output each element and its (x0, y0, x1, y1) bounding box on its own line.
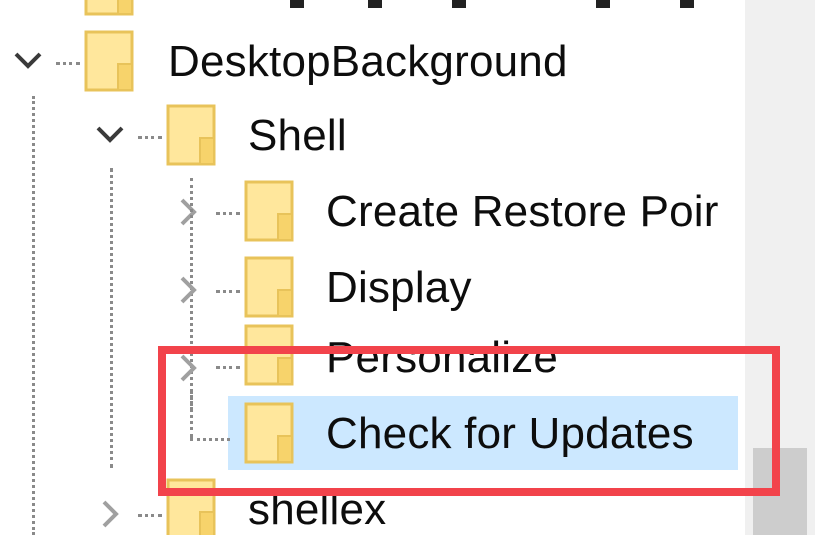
tree-connector (56, 62, 80, 65)
chevron-right-icon[interactable] (166, 190, 210, 234)
chevron-down-icon[interactable] (88, 112, 132, 156)
folder-icon (84, 30, 134, 92)
folder-icon (84, 0, 134, 16)
chevron-right-icon[interactable] (166, 268, 210, 312)
tree-connector (216, 290, 240, 293)
chevron-right-icon[interactable] (166, 346, 210, 390)
scrollbar-thumb[interactable] (753, 448, 807, 535)
tree-connector (190, 438, 230, 441)
tree-connector (190, 390, 193, 438)
tree-connector (138, 136, 162, 139)
tree-item-shell[interactable]: Shell (248, 108, 347, 164)
tree-item-display[interactable]: Display (326, 260, 472, 316)
folder-icon (244, 324, 294, 386)
tree-connector (216, 212, 240, 215)
vertical-scrollbar[interactable] (745, 0, 815, 535)
tree-connector (110, 168, 113, 468)
tree-connector (138, 514, 162, 517)
folder-icon (166, 104, 216, 166)
folder-icon (244, 180, 294, 242)
tree-item-create-restore-point[interactable]: Create Restore Poir (326, 184, 719, 240)
chevron-down-icon[interactable] (6, 38, 50, 82)
chevron-right-icon[interactable] (88, 492, 132, 535)
folder-icon (166, 478, 216, 535)
tree-item-personalize[interactable]: Personalize (326, 330, 558, 386)
tree-connector (32, 96, 35, 535)
folder-icon (244, 256, 294, 318)
tree-item-check-for-updates[interactable]: Check for Updates (326, 406, 694, 462)
folder-icon (244, 402, 294, 464)
tree-item-shellex[interactable]: shellex (248, 482, 386, 535)
tree-item-desktopbackground[interactable]: DesktopBackground (168, 34, 568, 90)
registry-tree-view[interactable]: DesktopBackground Shell Create Restore P… (0, 0, 745, 535)
tree-connector (216, 366, 240, 369)
